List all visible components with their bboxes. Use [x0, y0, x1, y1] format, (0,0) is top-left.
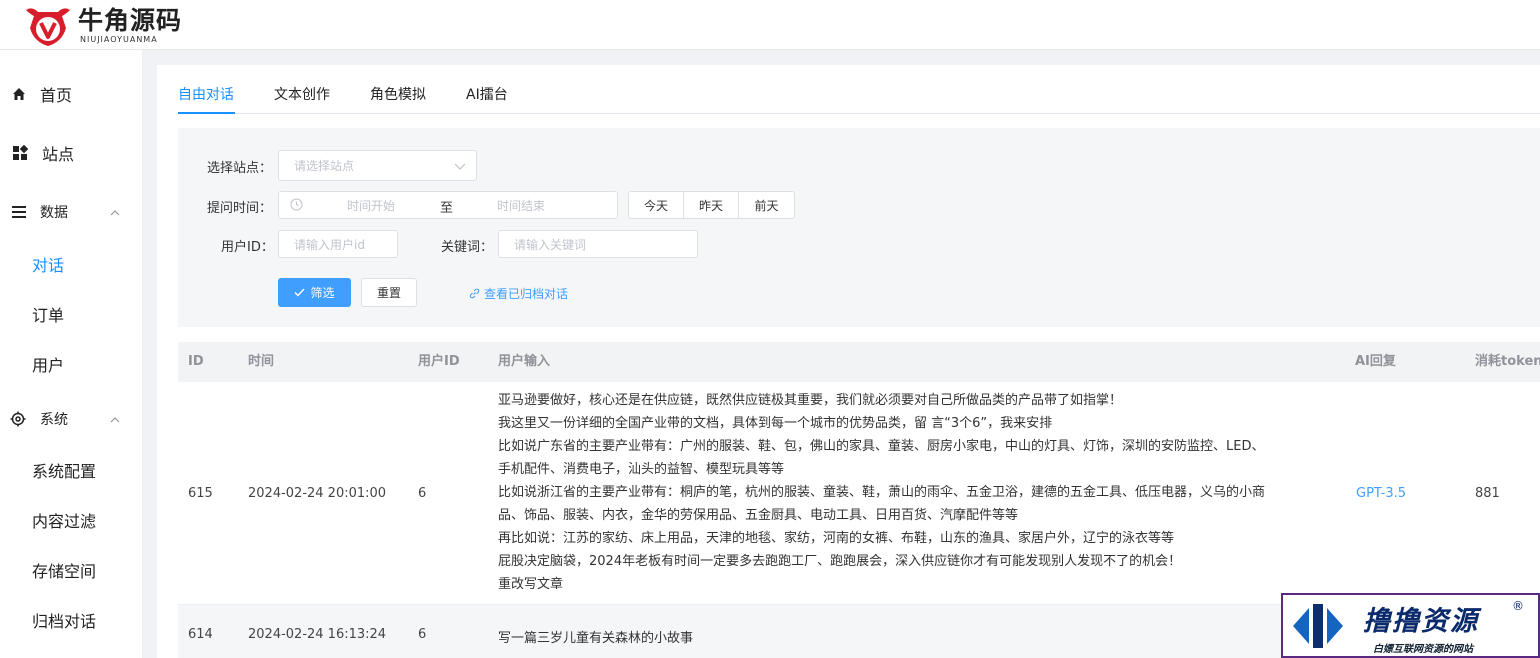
cell-user-id: 6: [418, 627, 427, 642]
link-icon: [469, 288, 480, 299]
bull-logo-icon: [22, 4, 74, 48]
range-separator: 至: [440, 201, 454, 216]
tab-text-creation[interactable]: 文本创作: [274, 84, 330, 114]
menu-lines-icon: [11, 204, 27, 220]
sidebar-item-label: 用户: [32, 356, 65, 375]
sidebar-item-conversations[interactable]: 对话: [0, 244, 143, 284]
watermark-subtitle: 白嫖互联网资源的网站: [1373, 644, 1473, 655]
site-select[interactable]: 请选择站点: [278, 150, 477, 181]
sidebar-item-label: 内容过滤: [32, 512, 97, 531]
tab-ai-arena[interactable]: AI擂台: [466, 84, 508, 114]
clock-icon: [290, 198, 303, 214]
sidebar-item-label: 订单: [32, 306, 65, 325]
input-line: 重改写文章: [498, 577, 564, 592]
input-line: 我这里又一份详细的全国产业带的文档，具体到每一个城市的优势品类，留 言“3个6”…: [498, 416, 1053, 431]
quick-date-group: 今天 昨天 前天: [628, 191, 795, 219]
logo-title: 牛角源码: [78, 6, 183, 35]
sidebar-item-system-config[interactable]: 系统配置: [0, 450, 143, 490]
sidebar-item-label: 归档对话: [32, 612, 97, 631]
user-id-placeholder: 请输入用户id: [294, 237, 365, 252]
sidebar-item-data[interactable]: 数据: [0, 192, 143, 232]
user-id-input[interactable]: 请输入用户id: [278, 230, 398, 258]
chevron-up-icon: [110, 414, 120, 424]
today-button[interactable]: 今天: [629, 192, 684, 218]
cell-user-id: 6: [418, 486, 427, 501]
view-archived-link[interactable]: 查看已归档对话: [469, 285, 568, 302]
cell-id: 614: [188, 627, 213, 642]
sidebar-item-orders[interactable]: 订单: [0, 294, 143, 334]
col-id: ID: [188, 354, 204, 369]
keyword-placeholder: 请输入关键词: [514, 237, 587, 252]
watermark-logo-icon: [1289, 598, 1347, 654]
tab-divider: [178, 113, 1540, 114]
sidebar-item-label: 对话: [32, 256, 65, 275]
sidebar-item-content-filter[interactable]: 内容过滤: [0, 500, 143, 540]
table-header: ID 时间 用户ID 用户输入 AI回复 消耗token: [178, 342, 1540, 382]
reset-button[interactable]: 重置: [361, 278, 417, 307]
filter-button-label: 筛选: [310, 286, 335, 300]
home-icon: [11, 86, 27, 102]
sidebar-item-label: 系统: [40, 412, 68, 428]
gear-icon: [10, 411, 26, 427]
grid-icon: [12, 145, 28, 161]
col-user-id: 用户ID: [418, 354, 460, 369]
input-line: 手机配件、消费电子，汕头的益智、模型玩具等等: [498, 462, 785, 477]
sidebar-item-storage[interactable]: 存储空间: [0, 550, 143, 590]
sidebar: 首页 站点 数据 对话 订单 用户 系统 系统配置 内容过滤 存储空间 归档对话: [0, 50, 143, 658]
yesterday-button[interactable]: 昨天: [684, 192, 739, 218]
cell-time: 2024-02-24 16:13:24: [248, 627, 387, 642]
time-start-placeholder: 时间开始: [347, 198, 396, 213]
col-user-input: 用户输入: [498, 354, 551, 369]
sidebar-item-label: 首页: [40, 86, 73, 105]
keyword-input[interactable]: 请输入关键词: [498, 230, 698, 258]
input-line: 品、饰品、服装、内衣，金华的劳保用品、五金厨具、电动工具、日用百货、汽摩配件等等: [498, 508, 1019, 523]
input-line: 再比如说：江苏的家纺、床上用品，天津的地毯、家纺，河南的女裤、布鞋，山东的渔具、…: [498, 531, 1175, 546]
brand-logo[interactable]: 牛角源码 NIUJIAOYUANMA: [22, 4, 182, 48]
cell-time: 2024-02-24 20:01:00: [248, 486, 387, 501]
input-line: 比如说广东省的主要产业带有：广州的服装、鞋、包，佛山的家具、童装、厨房小家电，中…: [498, 439, 1265, 454]
time-range-picker[interactable]: 时间开始 至 时间结束: [278, 191, 618, 219]
sidebar-item-archived[interactable]: 归档对话: [0, 600, 143, 640]
cell-user-input: 写一篇三岁儿童有关森林的小故事: [498, 631, 694, 646]
day-before-button[interactable]: 前天: [739, 192, 794, 218]
cell-id: 615: [188, 486, 213, 501]
archive-link-label: 查看已归档对话: [484, 287, 569, 301]
check-icon: [294, 288, 305, 297]
cell-tokens: 881: [1475, 486, 1500, 501]
time-end-placeholder: 时间结束: [497, 198, 546, 213]
cell-ai-reply-link[interactable]: GPT-3.5: [1356, 486, 1406, 501]
site-label: 选择站点：: [207, 161, 273, 176]
input-line: 亚马逊要做好，核心还是在供应链，既然供应链极其重要，我们就必须要对自己所做品类的…: [498, 393, 1123, 408]
chevron-down-icon: [454, 160, 466, 174]
sidebar-item-system[interactable]: 系统: [0, 399, 143, 439]
sidebar-item-label: 系统配置: [32, 462, 97, 481]
tab-active-indicator: [178, 112, 235, 114]
chevron-up-icon: [110, 207, 120, 217]
sidebar-item-sites[interactable]: 站点: [0, 133, 143, 173]
top-header: 牛角源码 NIUJIAOYUANMA: [0, 0, 1540, 50]
tab-free-chat[interactable]: 自由对话: [178, 84, 234, 114]
col-tokens: 消耗token: [1475, 354, 1540, 369]
logo-subtitle: NIUJIAOYUANMA: [80, 35, 158, 44]
sidebar-item-home[interactable]: 首页: [0, 74, 143, 114]
sidebar-item-users[interactable]: 用户: [0, 344, 143, 384]
time-label: 提问时间：: [207, 201, 273, 216]
sidebar-item-label: 站点: [42, 145, 75, 164]
watermark-title: 撸撸资源: [1363, 606, 1479, 637]
sidebar-item-label: 数据: [40, 205, 68, 221]
col-time: 时间: [248, 354, 275, 369]
user-id-label: 用户ID：: [221, 240, 274, 255]
site-select-placeholder: 请选择站点: [294, 159, 355, 173]
input-line: 屁股决定脑袋，2024年老板有时间一定要多去跑跑工厂、跑跑展会，深入供应链你才有…: [498, 554, 1182, 569]
sidebar-item-label: 存储空间: [32, 562, 97, 581]
filter-button[interactable]: 筛选: [278, 278, 351, 307]
keyword-label: 关键词：: [441, 240, 494, 255]
registered-mark: ®: [1512, 599, 1524, 613]
input-line: 比如说浙江省的主要产业带有：桐庐的笔，杭州的服装、童装、鞋，萧山的雨伞、五金卫浴…: [498, 485, 1266, 500]
tab-role-play[interactable]: 角色模拟: [370, 84, 426, 114]
cell-user-input: 亚马逊要做好，核心还是在供应链，既然供应链极其重要，我们就必须要对自己所做品类的…: [498, 389, 1265, 596]
watermark-badge: 撸撸资源 白嫖互联网资源的网站 ®: [1281, 593, 1540, 658]
col-ai-reply: AI回复: [1355, 354, 1396, 369]
